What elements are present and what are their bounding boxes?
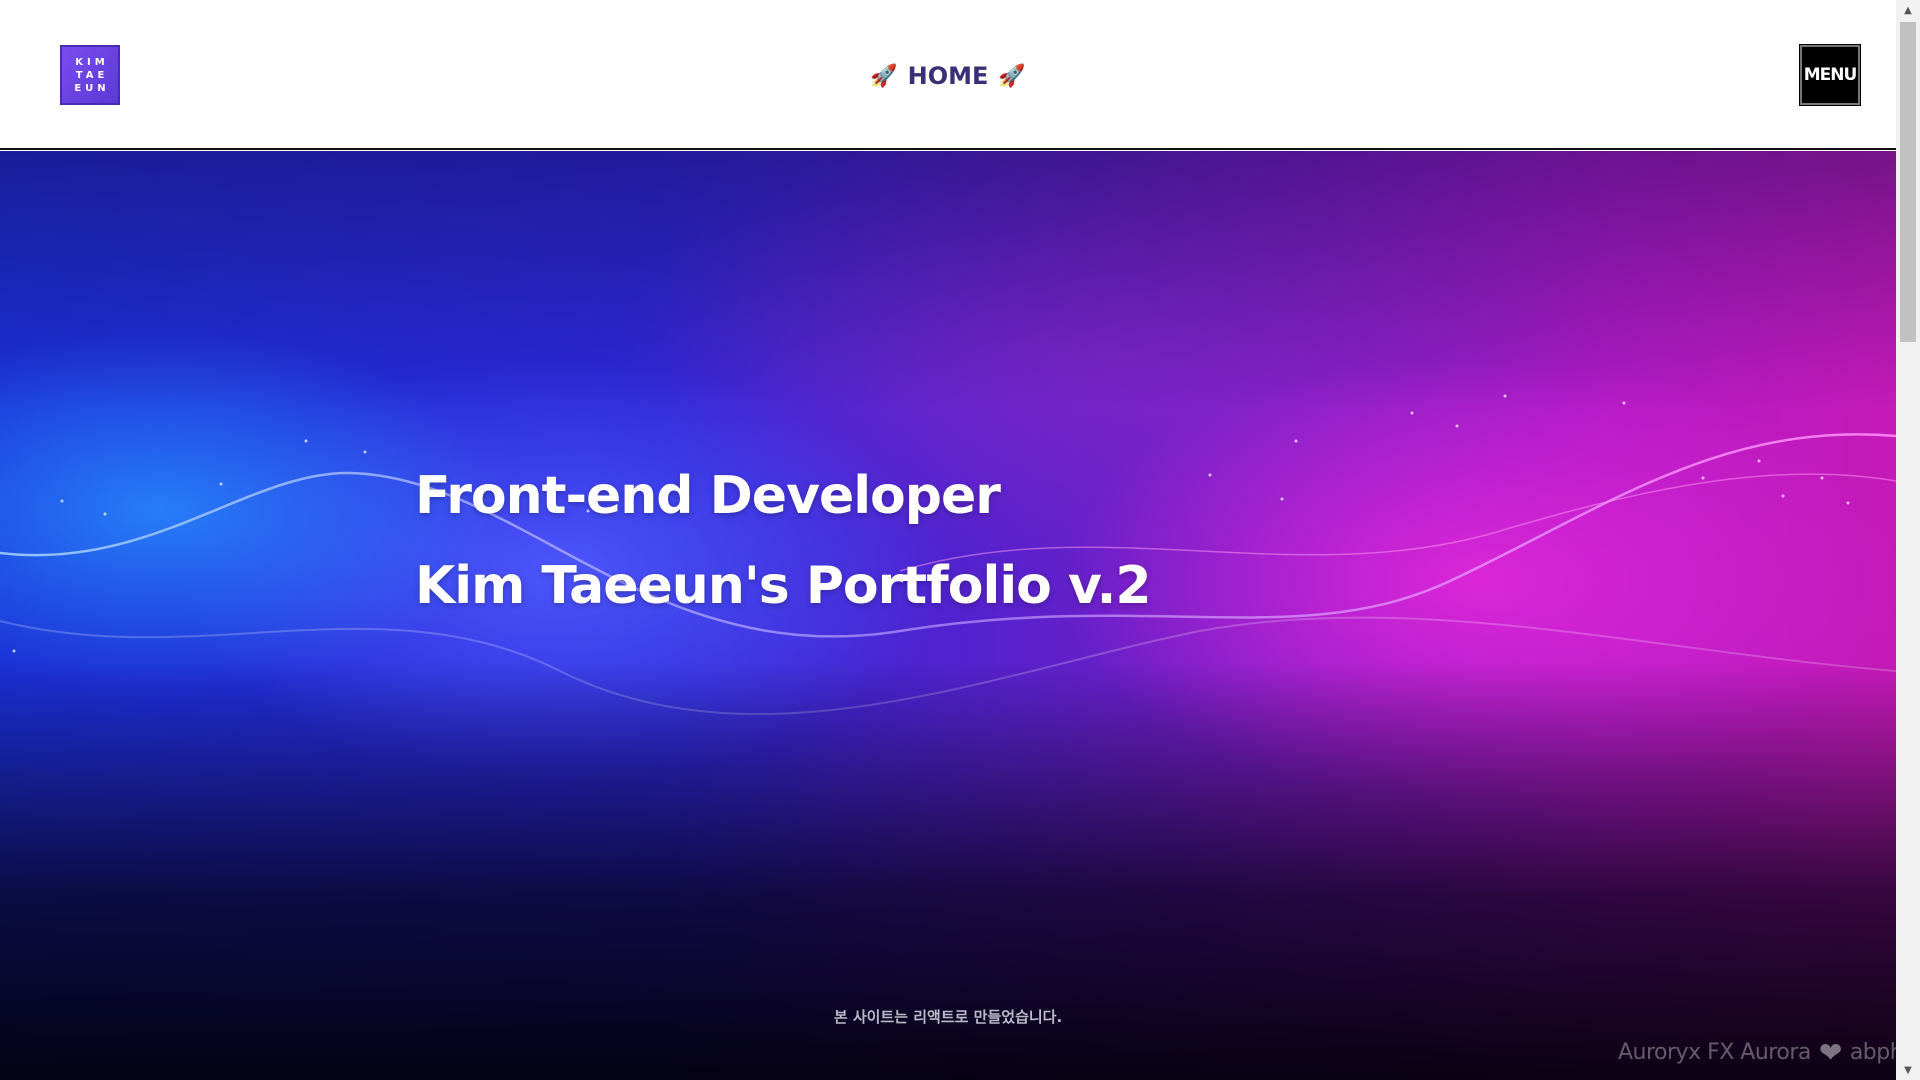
home-link[interactable]: 🚀 HOME 🚀 (0, 58, 1896, 94)
site-header: KIM TAE EUN 🚀 HOME 🚀 MENU (0, 0, 1896, 150)
page-scrollbar[interactable]: ▲ ▼ (1896, 0, 1920, 1080)
watermark-tail: abph (1849, 1040, 1896, 1065)
footer-note: 본 사이트는 리액트로 만들었습니다. (833, 1008, 1063, 1026)
heart-icon: ❤ (1818, 1036, 1842, 1069)
scroll-thumb[interactable] (1900, 22, 1916, 342)
headline-title: Front-end Developer (415, 466, 1001, 526)
watermark-text: Auroryx FX Aurora (1618, 1040, 1811, 1065)
headline-subtitle: Kim Taeeun's Portfolio v.2 (415, 556, 1152, 616)
aurora-watermark: Auroryx FX Aurora ❤ abph (1618, 1036, 1896, 1069)
rocket-icon: 🚀 (870, 63, 898, 89)
scroll-down-arrow-icon[interactable]: ▼ (1896, 1060, 1920, 1080)
scroll-up-arrow-icon[interactable]: ▲ (1896, 0, 1920, 20)
menu-button[interactable]: MENU (1799, 44, 1861, 106)
home-label: HOME (907, 62, 989, 90)
rocket-icon: 🚀 (998, 63, 1026, 89)
hero-section: Front-end Developer Kim Taeeun's Portfol… (0, 151, 1896, 1080)
